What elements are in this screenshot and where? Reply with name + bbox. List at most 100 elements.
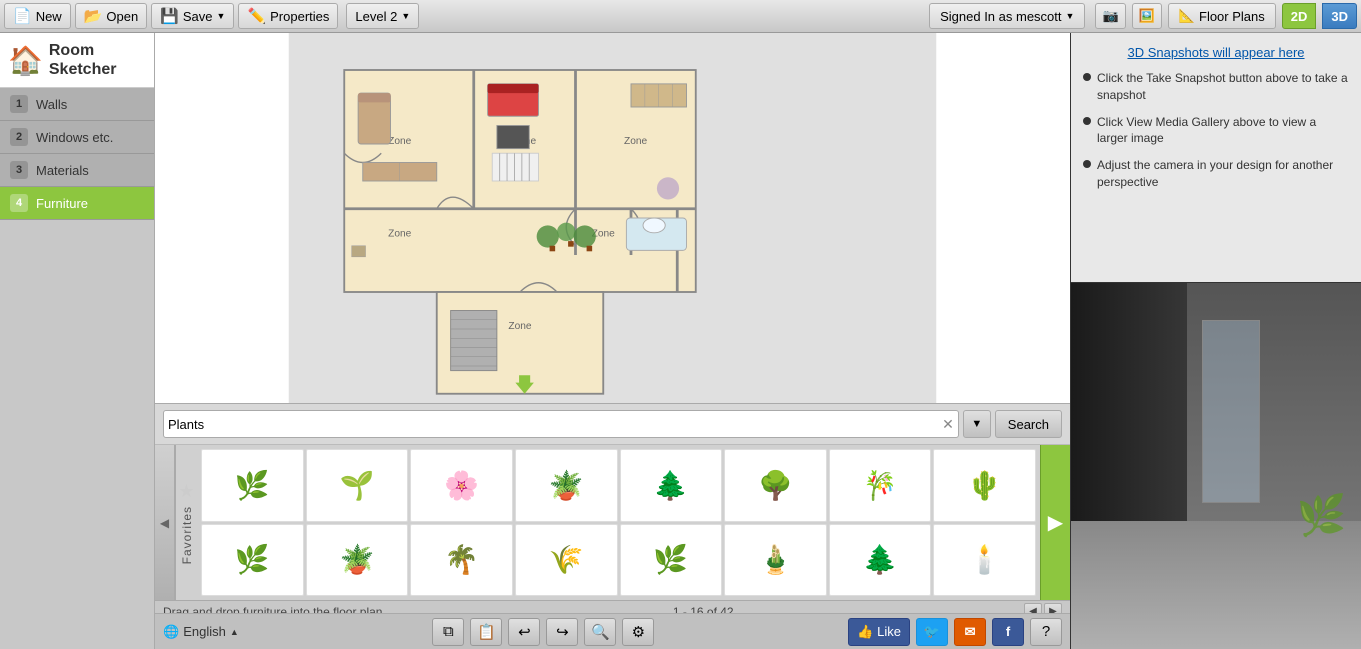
furniture-item[interactable]: 🪴: [306, 524, 409, 597]
save-button[interactable]: 💾 Save ▼: [151, 3, 234, 29]
copy-button[interactable]: ⧉: [432, 618, 464, 646]
level-button[interactable]: Level 2 ▼: [346, 3, 419, 29]
furniture-item[interactable]: 🌳: [724, 449, 827, 522]
signed-in-indicator: Signed In as mescott ▼: [929, 3, 1085, 29]
sidebar-item-walls[interactable]: 1 Walls: [0, 88, 154, 121]
search-bar: ✕ ▼ Search: [155, 404, 1070, 445]
zoom-button[interactable]: 🔍: [584, 618, 616, 646]
floor-plans-button[interactable]: 📐 Floor Plans: [1168, 3, 1276, 29]
furniture-item[interactable]: 🌿: [620, 524, 723, 597]
paste-button[interactable]: 📋: [470, 618, 502, 646]
furniture-item[interactable]: 🌿: [201, 449, 304, 522]
next-page-arrow[interactable]: ▶: [1040, 445, 1070, 600]
snapshot-bullet: Adjust the camera in your design for ano…: [1083, 157, 1349, 191]
svg-text:Zone: Zone: [624, 136, 648, 147]
floor-plan-area[interactable]: Zone Zone Zone Zone Zone Zone Zone: [155, 33, 1070, 403]
furniture-item[interactable]: 🌿: [201, 524, 304, 597]
twitter-button[interactable]: 🐦: [916, 618, 948, 646]
favorites-panel[interactable]: ★ Favorites: [175, 445, 197, 600]
svg-text:Zone: Zone: [388, 136, 412, 147]
snapshot-preview: 🌿: [1071, 283, 1361, 649]
furniture-item[interactable]: 🌲: [620, 449, 723, 522]
room-window: [1202, 320, 1260, 503]
nav-item-label: Walls: [36, 97, 67, 112]
open-icon: 📂: [84, 7, 103, 25]
undo-button[interactable]: ↩: [508, 618, 540, 646]
room-plant-decoration: 🌿: [1297, 492, 1347, 539]
left-sidebar: 🏠 Room Sketcher 1 Walls 2 Windows etc. 3…: [0, 33, 155, 649]
svg-text:Zone: Zone: [388, 229, 412, 240]
snapshot-bullet: Click View Media Gallery above to view a…: [1083, 114, 1349, 148]
mode-2d-button[interactable]: 2D: [1282, 3, 1317, 29]
search-input-wrap[interactable]: ✕: [163, 410, 959, 438]
svg-text:Zone: Zone: [508, 321, 532, 332]
furniture-panel: ✕ ▼ Search ◀ ★ Favorites 🌿🌱🌸🪴🌲🌳🎋🌵🌿🪴🌴🌾🌿🎍🌲…: [155, 403, 1070, 613]
center-area: Zone Zone Zone Zone Zone Zone Zone: [155, 33, 1070, 649]
sidebar-item-windowsetc[interactable]: 2 Windows etc.: [0, 121, 154, 154]
bottom-bar: 🌐 English ▲ ⧉ 📋 ↩ ↪ 🔍 ⚙ 👍 Like 🐦 ✉ f ?: [155, 613, 1070, 649]
dropdown-arrow-icon: ▼: [971, 418, 982, 430]
bullet-dot: [1083, 117, 1091, 125]
thumbs-up-icon: 👍: [857, 624, 873, 640]
new-button[interactable]: 📄 New: [4, 3, 71, 29]
logo-icon: 🏠: [8, 44, 43, 77]
furniture-item[interactable]: 🎍: [724, 524, 827, 597]
redo-button[interactable]: ↪: [546, 618, 578, 646]
camera-button[interactable]: 📷: [1095, 3, 1125, 29]
nav-item-label: Windows etc.: [36, 130, 113, 145]
lang-dropdown-icon: ▲: [230, 627, 239, 637]
top-toolbar: 📄 New 📂 Open 💾 Save ▼ ✏️ Properties Leve…: [0, 0, 1361, 33]
prev-page-arrow[interactable]: ◀: [155, 445, 175, 600]
furniture-item[interactable]: 🎋: [829, 449, 932, 522]
floor-plan-svg: Zone Zone Zone Zone Zone Zone Zone: [155, 33, 1070, 403]
properties-button[interactable]: ✏️ Properties: [238, 3, 338, 29]
email-button[interactable]: ✉: [954, 618, 986, 646]
room-floor: [1071, 521, 1361, 649]
mode-3d-button[interactable]: 3D: [1322, 3, 1357, 29]
media-gallery-button[interactable]: 🖼️: [1132, 3, 1162, 29]
search-input[interactable]: [168, 417, 942, 432]
furniture-item[interactable]: 🌸: [410, 449, 513, 522]
new-icon: 📄: [13, 7, 32, 25]
panel-content: ◀ ★ Favorites 🌿🌱🌸🪴🌲🌳🎋🌵🌿🪴🌴🌾🌿🎍🌲🕯️ ▶: [155, 445, 1070, 600]
furniture-item[interactable]: 🌵: [933, 449, 1036, 522]
sidebar-item-furniture[interactable]: 4 Furniture: [0, 187, 154, 220]
furniture-item[interactable]: 🌾: [515, 524, 618, 597]
furniture-item[interactable]: 🕯️: [933, 524, 1036, 597]
view-buttons: 📷 🖼️ 📐 Floor Plans 2D 3D: [1095, 3, 1357, 29]
language-button[interactable]: 🌐 English ▲: [163, 624, 239, 640]
signed-in-dropdown-icon: ▼: [1066, 11, 1075, 21]
logo-text: Room Sketcher: [49, 41, 117, 79]
globe-icon: 🌐: [163, 624, 179, 640]
tools-button[interactable]: ⚙: [622, 618, 654, 646]
facebook-button[interactable]: f: [992, 618, 1024, 646]
properties-icon: ✏️: [247, 7, 266, 25]
furniture-item[interactable]: 🌴: [410, 524, 513, 597]
snapshot-area: 3D Snapshots will appear here Click the …: [1071, 33, 1361, 283]
logo-area: 🏠 Room Sketcher: [0, 33, 154, 88]
snapshot-title: 3D Snapshots will appear here: [1083, 45, 1349, 60]
search-button[interactable]: Search: [995, 410, 1062, 438]
snapshot-bullet: Click the Take Snapshot button above to …: [1083, 70, 1349, 104]
snapshot-bullets: Click the Take Snapshot button above to …: [1083, 70, 1349, 191]
sidebar-item-materials[interactable]: 3 Materials: [0, 154, 154, 187]
furniture-item[interactable]: 🌱: [306, 449, 409, 522]
save-dropdown-icon: ▼: [217, 11, 226, 21]
help-button[interactable]: ?: [1030, 618, 1062, 646]
like-button[interactable]: 👍 Like: [848, 618, 910, 646]
nav-item-number: 4: [10, 194, 28, 212]
open-button[interactable]: 📂 Open: [75, 3, 148, 29]
bullet-dot: [1083, 160, 1091, 168]
search-clear-button[interactable]: ✕: [942, 416, 954, 433]
floor-plans-icon: 📐: [1179, 8, 1195, 24]
nav-item-label: Furniture: [36, 196, 88, 211]
main-layout: 🏠 Room Sketcher 1 Walls 2 Windows etc. 3…: [0, 33, 1361, 649]
furniture-item[interactable]: 🪴: [515, 449, 618, 522]
nav-item-number: 2: [10, 128, 28, 146]
search-dropdown-button[interactable]: ▼: [963, 410, 991, 438]
furniture-item[interactable]: 🌲: [829, 524, 932, 597]
bullet-dot: [1083, 73, 1091, 81]
nav-item-label: Materials: [36, 163, 89, 178]
furniture-items-grid: 🌿🌱🌸🪴🌲🌳🎋🌵🌿🪴🌴🌾🌿🎍🌲🕯️: [197, 445, 1040, 600]
level-dropdown-icon: ▼: [401, 11, 410, 21]
